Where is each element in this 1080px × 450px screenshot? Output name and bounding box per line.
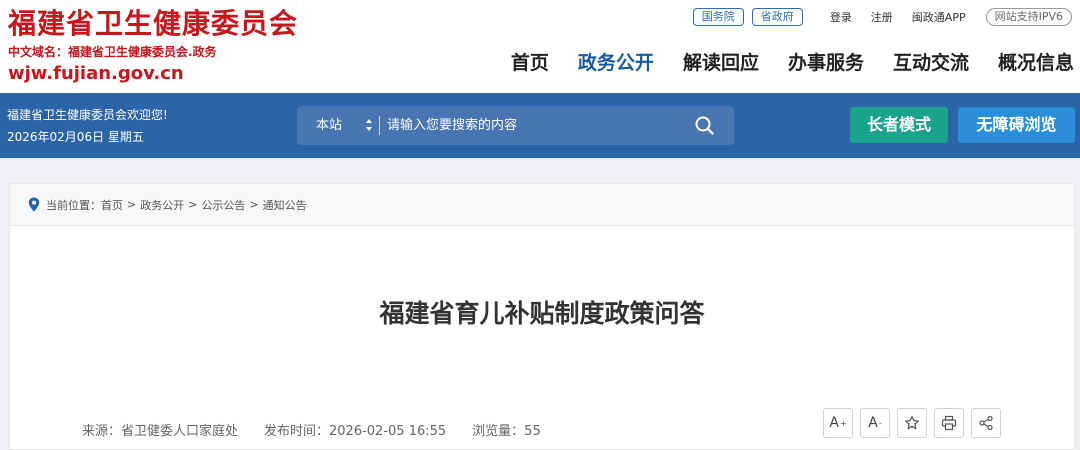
nav-item-services[interactable]: 办事服务 [788, 48, 864, 75]
breadcrumb-item-notices[interactable]: 通知公告 [263, 197, 307, 213]
print-button[interactable] [934, 408, 964, 438]
search-divider [379, 116, 380, 135]
top-links-bar: 国务院 省政府 登录 注册 闽政通APP 网站支持IPV6 [692, 6, 1080, 28]
search-scope-select[interactable]: 本站 [316, 106, 342, 145]
welcome-text: 福建省卫生健康委员会欢迎您! [7, 108, 168, 122]
location-pin-icon [28, 197, 40, 212]
register-link[interactable]: 注册 [871, 9, 893, 25]
breadcrumb-prefix: 当前位置： [46, 198, 101, 212]
breadcrumb-separator: > [188, 198, 198, 211]
article-meta: 来源：省卫健委人口家庭处 发布时间：2026-02-05 16:55 浏览量：5… [82, 420, 567, 439]
breadcrumb-item-gov-affairs[interactable]: 政务公开 [140, 197, 184, 213]
font-decrease-label: A [868, 415, 878, 431]
main-nav: 首页 政务公开 解读回应 办事服务 互动交流 概况信息 [482, 46, 1074, 76]
ipv6-badge: 网站支持IPV6 [985, 8, 1072, 26]
updown-arrow-icon[interactable] [365, 118, 373, 132]
breadcrumb: 当前位置： 首页 > 政务公开 > 公示公告 > 通知公告 [10, 184, 1074, 226]
search-icon[interactable] [694, 115, 715, 136]
accessible-browse-button[interactable]: 无障碍浏览 [958, 107, 1075, 143]
app-link[interactable]: 闽政通APP [912, 9, 966, 25]
article-title: 福建省育儿补贴制度政策问答 [379, 299, 705, 328]
search-input[interactable] [387, 111, 677, 140]
login-link[interactable]: 登录 [830, 9, 852, 25]
breadcrumb-separator: > [249, 198, 259, 211]
gov-council-link[interactable]: 国务院 [692, 8, 744, 26]
nav-item-home[interactable]: 首页 [511, 48, 549, 75]
breadcrumb-separator: > [127, 198, 137, 211]
current-date: 2026年02月06日 星期五 [7, 130, 144, 144]
province-gov-link[interactable]: 省政府 [751, 8, 803, 26]
site-header: 福建省卫生健康委员会 中文域名：福建省卫生健康委员会.政务 wjw.fujian… [0, 0, 1080, 93]
content-area: 当前位置： 首页 > 政务公开 > 公示公告 > 通知公告 福建省育儿补贴制度政… [0, 158, 1080, 450]
printer-icon [941, 415, 957, 431]
elder-mode-button[interactable]: 长者模式 [850, 107, 948, 143]
font-increase-button[interactable]: A + [823, 408, 853, 438]
share-icon [979, 415, 993, 431]
nav-item-gov-affairs[interactable]: 政务公开 [578, 48, 654, 75]
blue-toolbar: 福建省卫生健康委员会欢迎您! 2026年02月06日 星期五 本站 长者模式 无… [0, 93, 1080, 158]
favorite-button[interactable] [897, 408, 927, 438]
site-logo[interactable]: 福建省卫生健康委员会 中文域名：福建省卫生健康委员会.政务 wjw.fujian… [8, 6, 298, 86]
article-tools: A + A- [823, 408, 1008, 438]
nav-item-overview[interactable]: 概况信息 [998, 48, 1074, 75]
share-button[interactable] [971, 408, 1001, 438]
font-increase-sup: + [839, 418, 847, 428]
breadcrumb-item-announcements[interactable]: 公示公告 [201, 197, 245, 213]
nav-item-interaction[interactable]: 互动交流 [893, 48, 969, 75]
search-box: 本站 [297, 106, 734, 145]
logo-chinese-domain: 中文域名：福建省卫生健康委员会.政务 [8, 45, 217, 59]
article-card: 当前位置： 首页 > 政务公开 > 公示公告 > 通知公告 福建省育儿补贴制度政… [9, 183, 1075, 450]
article-publish-time: 发布时间：2026-02-05 16:55 [264, 424, 447, 439]
logo-url: wjw.fujian.gov.cn [8, 63, 184, 84]
breadcrumb-item-home[interactable]: 首页 [101, 197, 123, 213]
star-icon [905, 415, 919, 430]
font-decrease-sup: - [878, 418, 882, 428]
article-source: 来源：省卫健委人口家庭处 [82, 424, 239, 439]
logo-title: 福建省卫生健康委员会 [8, 7, 299, 40]
article-views: 浏览量：55 [472, 424, 541, 439]
font-increase-label: A [829, 415, 839, 431]
font-decrease-button[interactable]: A- [860, 408, 890, 438]
nav-item-interpretation[interactable]: 解读回应 [683, 48, 759, 75]
